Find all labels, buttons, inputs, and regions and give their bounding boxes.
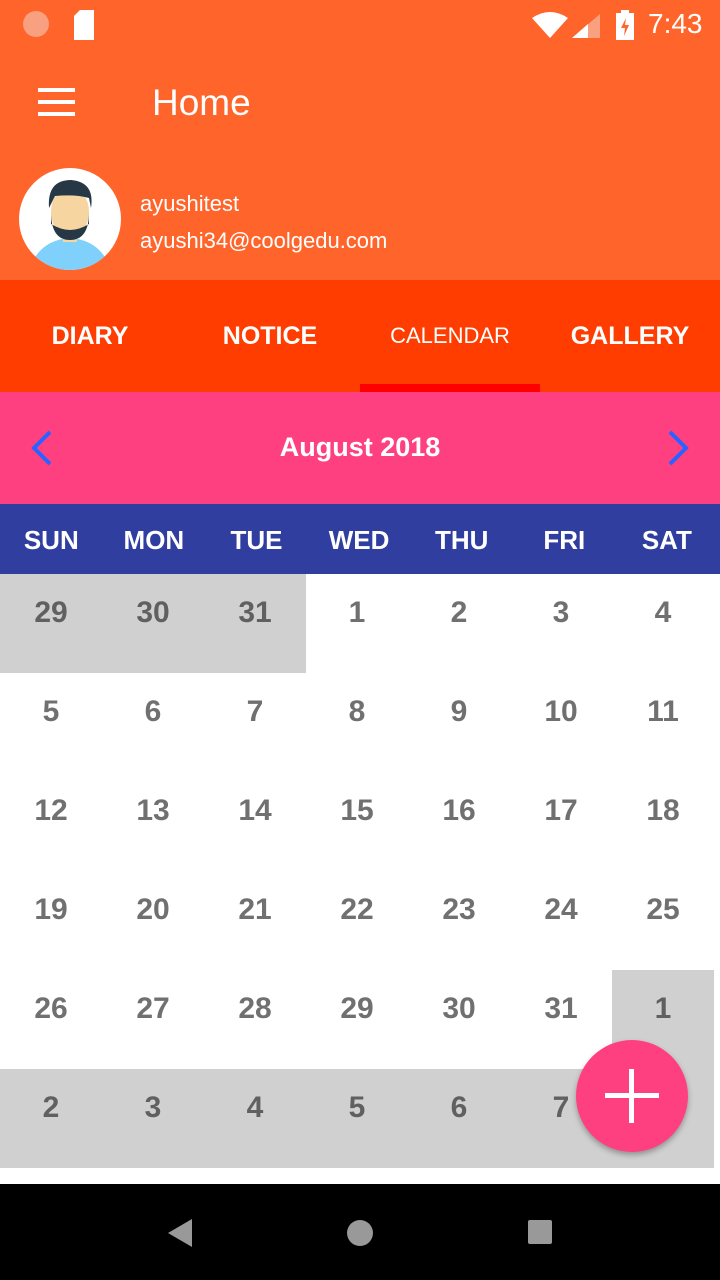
calendar-day[interactable]: 12 bbox=[0, 772, 102, 871]
calendar-day[interactable]: 19 bbox=[0, 871, 102, 970]
user-avatar-icon bbox=[29, 180, 111, 270]
calendar-day[interactable]: 9 bbox=[408, 673, 510, 772]
tab-notice[interactable]: NOTICE bbox=[180, 280, 360, 392]
tab-diary[interactable]: DIARY bbox=[0, 280, 180, 392]
calendar-day[interactable]: 7 bbox=[204, 673, 306, 772]
page-title: Home bbox=[152, 82, 251, 123]
calendar-day-outside-month[interactable]: 6 bbox=[408, 1069, 510, 1168]
weekday-label: THU bbox=[434, 525, 489, 555]
weekday-label: TUE bbox=[230, 525, 283, 555]
home-icon[interactable] bbox=[346, 1219, 374, 1247]
calendar-day[interactable]: 8 bbox=[306, 673, 408, 772]
calendar-day[interactable]: 15 bbox=[306, 772, 408, 871]
system-nav-bar bbox=[0, 1184, 720, 1280]
back-icon[interactable] bbox=[168, 1219, 192, 1247]
calendar-day[interactable]: 14 bbox=[204, 772, 306, 871]
calendar-day[interactable]: 16 bbox=[408, 772, 510, 871]
avatar[interactable] bbox=[19, 168, 121, 270]
calendar-day[interactable]: 23 bbox=[408, 871, 510, 970]
status-bar: 7:43 bbox=[0, 0, 720, 50]
add-event-button[interactable] bbox=[576, 1040, 688, 1152]
calendar-day-outside-month[interactable]: 4 bbox=[204, 1069, 306, 1168]
calendar-day[interactable]: 11 bbox=[612, 673, 714, 772]
calendar-day-outside-month[interactable]: 5 bbox=[306, 1069, 408, 1168]
user-name: ayushitest bbox=[140, 191, 240, 216]
calendar-day[interactable]: 25 bbox=[612, 871, 714, 970]
calendar-week-row: 5 6 7 8 9 10 11 bbox=[0, 673, 714, 772]
weekday-header: SUN MON TUE WED THU FRI SAT bbox=[0, 504, 720, 574]
calendar-day[interactable]: 20 bbox=[102, 871, 204, 970]
calendar-day[interactable]: 26 bbox=[0, 970, 102, 1069]
calendar-day[interactable]: 3 bbox=[510, 574, 612, 673]
calendar-day-outside-month[interactable]: 29 bbox=[0, 574, 102, 673]
calendar-day[interactable]: 21 bbox=[204, 871, 306, 970]
tab-gallery[interactable]: GALLERY bbox=[540, 280, 720, 392]
calendar-day[interactable]: 28 bbox=[204, 970, 306, 1069]
month-label: August 2018 bbox=[279, 432, 441, 462]
calendar-day[interactable]: 18 bbox=[612, 772, 714, 871]
app-bar: Home ayushitest ayushi34@coolgedu.com bbox=[0, 50, 720, 280]
calendar-week-row: 29 30 31 1 2 3 4 bbox=[0, 574, 714, 673]
calendar-day[interactable]: 1 bbox=[306, 574, 408, 673]
weekday-label: WED bbox=[328, 525, 390, 555]
weekday-label: SUN bbox=[23, 525, 79, 555]
sd-card-icon bbox=[74, 10, 94, 40]
calendar-week-row: 19 20 21 22 23 24 25 bbox=[0, 871, 714, 970]
tab-bar: DIARY NOTICE CALENDAR GALLERY bbox=[0, 280, 720, 392]
weekday-label: MON bbox=[123, 525, 185, 555]
calendar-day[interactable]: 2 bbox=[408, 574, 510, 673]
chevron-right-icon[interactable] bbox=[664, 428, 694, 468]
signal-icon bbox=[572, 14, 600, 38]
calendar-day[interactable]: 6 bbox=[102, 673, 204, 772]
weekday-label: SAT bbox=[641, 525, 692, 555]
calendar-day-outside-month[interactable]: 2 bbox=[0, 1069, 102, 1168]
calendar-day[interactable]: 4 bbox=[612, 574, 714, 673]
calendar-day[interactable]: 22 bbox=[306, 871, 408, 970]
tab-calendar[interactable]: CALENDAR bbox=[360, 280, 540, 392]
calendar-week-row: 12 13 14 15 16 17 18 bbox=[0, 772, 714, 871]
user-email: ayushi34@coolgedu.com bbox=[140, 228, 388, 253]
calendar-day-outside-month[interactable]: 3 bbox=[102, 1069, 204, 1168]
month-header: August 2018 bbox=[0, 392, 720, 504]
calendar-day-outside-month[interactable]: 31 bbox=[204, 574, 306, 673]
wifi-icon bbox=[532, 12, 568, 38]
hamburger-menu-icon[interactable] bbox=[38, 88, 75, 116]
calendar-day[interactable]: 30 bbox=[408, 970, 510, 1069]
app-notification-icon bbox=[23, 11, 49, 37]
recents-icon[interactable] bbox=[528, 1220, 552, 1244]
clock: 7:43 bbox=[648, 8, 703, 39]
weekday-label: FRI bbox=[543, 525, 586, 555]
calendar-day[interactable]: 29 bbox=[306, 970, 408, 1069]
battery-charging-icon bbox=[616, 10, 634, 40]
calendar-day[interactable]: 5 bbox=[0, 673, 102, 772]
calendar-day[interactable]: 27 bbox=[102, 970, 204, 1069]
calendar-day[interactable]: 17 bbox=[510, 772, 612, 871]
calendar-day-outside-month[interactable]: 30 bbox=[102, 574, 204, 673]
calendar-day[interactable]: 13 bbox=[102, 772, 204, 871]
calendar-day[interactable]: 24 bbox=[510, 871, 612, 970]
calendar-day[interactable]: 10 bbox=[510, 673, 612, 772]
